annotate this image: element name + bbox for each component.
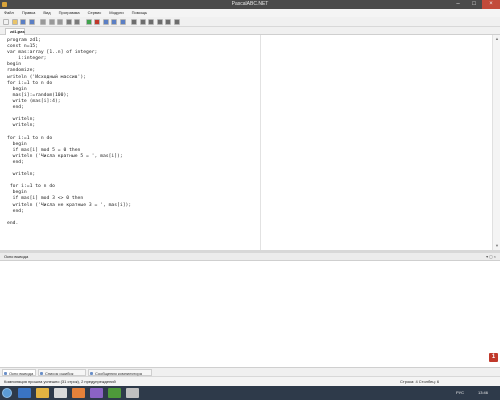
open-icon[interactable] — [11, 19, 18, 25]
language-indicator[interactable]: РУС — [456, 390, 464, 395]
code-line[interactable]: end. — [7, 221, 131, 227]
new-file-icon[interactable] — [3, 19, 9, 25]
menu-modules[interactable]: Модули — [109, 9, 123, 17]
media-icon[interactable] — [54, 388, 67, 398]
clock[interactable]: 13:46 — [478, 390, 488, 395]
code-editor[interactable]: program zd1; const n=15; var mas:array [1.… — [0, 35, 500, 250]
tab-compiler-messages[interactable]: Сообщения компилятора — [88, 369, 152, 376]
tab-compiler-messages-label: Сообщения компилятора — [95, 371, 142, 376]
step-into-icon[interactable] — [111, 19, 117, 25]
output-panel-title: Окно вывода — [4, 254, 29, 259]
layout-icon[interactable] — [139, 19, 146, 25]
window-title: PascalABC.NET — [231, 1, 269, 7]
editor-scrollbar[interactable]: ▲ ▼ — [492, 35, 500, 250]
close-button[interactable]: × — [482, 0, 500, 9]
menu-help[interactable]: Помощь — [132, 9, 147, 17]
status-bar: Компиляция прошла успешно (31 строк), 2 … — [0, 377, 500, 386]
taskbar: РУС 13:46 — [0, 386, 500, 400]
pascal-taskbar-icon[interactable] — [126, 388, 139, 398]
paste-icon[interactable] — [57, 19, 63, 25]
tab-output[interactable]: Окно вывода — [2, 369, 36, 376]
file-tab-bar: zd1.pas × — [0, 27, 500, 36]
debug-icon[interactable] — [102, 19, 109, 25]
menu-view[interactable]: Вид — [43, 9, 50, 17]
scroll-down-icon[interactable]: ▼ — [494, 243, 500, 249]
cut-icon[interactable] — [40, 19, 46, 25]
format-icon[interactable] — [156, 19, 163, 25]
comment-icon[interactable] — [165, 19, 171, 25]
firefox-icon[interactable] — [72, 388, 85, 398]
explorer-icon[interactable] — [36, 388, 49, 398]
menu-file[interactable]: Файл — [4, 9, 14, 17]
copy-icon[interactable] — [48, 19, 55, 25]
output-panel-header: Окно вывода ▾ ◻ × — [0, 253, 500, 261]
scroll-up-icon[interactable]: ▲ — [494, 36, 500, 42]
save-all-icon[interactable] — [28, 19, 35, 25]
layout-icon[interactable] — [148, 19, 154, 25]
redo-icon[interactable] — [74, 19, 80, 25]
minimize-button[interactable]: – — [450, 0, 466, 9]
toolbar — [0, 17, 500, 27]
code-text[interactable]: program zd1; const n=15; var mas:array [1.… — [7, 38, 131, 227]
menu-edit[interactable]: Правка — [22, 9, 36, 17]
file-tab[interactable]: zd1.pas × — [5, 28, 25, 36]
save-icon[interactable] — [20, 19, 26, 25]
maximize-button[interactable]: □ — [466, 0, 482, 9]
output-panel-controls[interactable]: ▾ ◻ × — [486, 254, 496, 260]
bottom-tab-bar: Окно вывода Список ошибок Сообщения комп… — [0, 368, 500, 377]
ie-icon[interactable] — [18, 388, 31, 398]
run-icon[interactable] — [85, 19, 92, 25]
compiler-messages-icon — [90, 372, 93, 375]
output-icon — [4, 372, 7, 375]
tab-errors-label: Список ошибок — [45, 371, 74, 376]
app-icon-green[interactable] — [108, 388, 121, 398]
code-line[interactable]: writeln ('Числа кратные 5 = ', mas[i]); — [7, 154, 131, 160]
tab-output-label: Окно вывода — [9, 371, 34, 376]
code-line[interactable]: writeln ('Числа не кратные 3 = ', mas[i]… — [7, 203, 132, 209]
status-message: Компиляция прошла успешно (31 строк), 2 … — [4, 379, 116, 384]
tab-errors[interactable]: Список ошибок — [38, 369, 86, 376]
settings-icon[interactable] — [173, 19, 180, 25]
cursor-position: Строка: 4 Столбец: 6 — [400, 379, 440, 384]
layout-icon[interactable] — [131, 19, 137, 25]
notification-badge[interactable]: 1 — [489, 353, 498, 362]
menu-program[interactable]: Программа — [59, 9, 80, 17]
output-panel[interactable]: 1 — [0, 261, 500, 368]
stop-icon[interactable] — [94, 19, 100, 25]
undo-icon[interactable] — [65, 19, 72, 25]
start-button[interactable] — [2, 388, 12, 398]
app-icon-purple[interactable] — [90, 388, 103, 398]
right-margin-guide — [260, 35, 261, 250]
menu-service[interactable]: Сервис — [88, 9, 102, 17]
window-controls: – □ × — [450, 0, 500, 9]
title-bar: PascalABC.NET – □ × — [0, 0, 500, 9]
error-list-icon — [40, 372, 43, 375]
menu-bar: Файл Правка Вид Программа Сервис Модули … — [0, 9, 500, 17]
step-over-icon[interactable] — [119, 19, 126, 25]
